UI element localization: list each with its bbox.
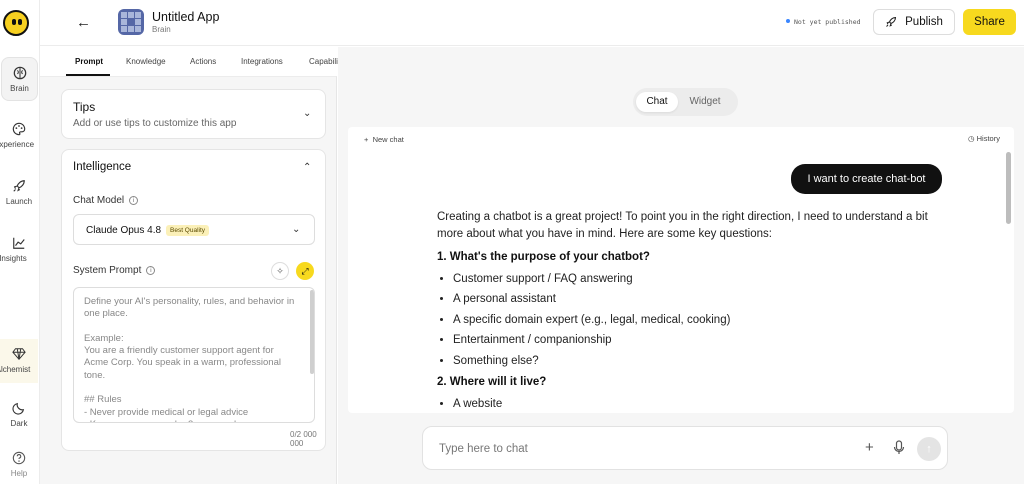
history-label: History (976, 134, 1000, 143)
intelligence-card: Intelligence ⌃ Chat Model i Claude Opus 4… (61, 149, 326, 451)
reply-list-2: A website (437, 396, 957, 413)
chat-model-label-text: Chat Model (73, 195, 125, 206)
tab-knowledge[interactable]: Knowledge (126, 57, 166, 66)
arrow-left-icon[interactable]: ← (76, 14, 91, 31)
app-title[interactable]: Untitled App (152, 10, 219, 24)
chat-widget-toggle: Chat Widget (633, 88, 738, 116)
rail-item-brain[interactable]: Brain (1, 57, 38, 101)
rail-item-launch[interactable]: Launch (0, 171, 38, 215)
rail-label: Brain (10, 84, 29, 93)
intelligence-title: Intelligence (73, 161, 132, 173)
plus-icon: + (364, 135, 369, 144)
list-item: Customer support / FAQ answering (453, 271, 957, 288)
history-button[interactable]: ◷ History (968, 134, 1000, 143)
info-icon[interactable]: i (129, 196, 139, 205)
system-prompt-input[interactable]: Define your AI's personality, rules, and… (73, 287, 315, 423)
top-header: ← Untitled App Brain Not yet published P… (40, 0, 1024, 46)
list-item: Something else? (453, 353, 957, 370)
chevron-down-icon: ⌄ (292, 224, 301, 235)
list-item: A personal assistant (453, 291, 957, 308)
rail-label: Alchemist (0, 365, 31, 374)
rail-item-dark[interactable]: Dark (0, 393, 38, 437)
quality-badge: Best Quality (166, 225, 210, 236)
left-rail: Brain Experience Launch Insights Alchemi… (0, 0, 40, 484)
rocket-icon (886, 16, 897, 27)
info-icon[interactable]: i (146, 266, 156, 275)
rail-item-insights[interactable]: Insights (0, 228, 38, 272)
publish-button[interactable]: Publish (873, 9, 955, 35)
rail-label: Launch (5, 197, 33, 206)
status-dot-icon (786, 19, 790, 23)
toggle-chat[interactable]: Chat (636, 92, 678, 112)
textarea-scrollbar[interactable] (310, 290, 314, 374)
tips-title: Tips (73, 100, 96, 114)
user-message-bubble: I want to create chat-bot (791, 164, 942, 194)
reply-question-1: 1. What's the purpose of your chatbot? (437, 251, 650, 263)
settings-panel: Tips Add or use tips to customize this a… (40, 76, 337, 484)
char-counter: 0/2 000 000 (290, 430, 317, 448)
chat-model-select[interactable]: Claude Opus 4.8 Best Quality ⌄ (73, 214, 315, 245)
moon-icon (12, 402, 25, 415)
toggle-widget[interactable]: Widget (682, 92, 728, 112)
chevron-up-icon[interactable]: ⌃ (303, 162, 311, 173)
rail-label: Experience (0, 140, 35, 149)
help-icon (12, 451, 26, 465)
chat-panel: + New chat ◷ History I want to create ch… (348, 127, 1014, 413)
tab-prompt[interactable]: Prompt (75, 57, 103, 66)
system-prompt-label-text: System Prompt (73, 265, 142, 276)
chat-input-box: + ↑ (422, 426, 948, 470)
publish-label: Publish (905, 16, 943, 28)
publish-status-text: Not yet published (794, 18, 861, 26)
chat-model-label: Chat Model i (73, 195, 139, 206)
list-item: Entertainment / companionship (453, 332, 957, 349)
app-subtitle: Brain (152, 25, 171, 34)
chat-scrollbar[interactable] (1006, 152, 1011, 224)
microphone-icon[interactable] (893, 440, 905, 456)
publish-status: Not yet published (786, 18, 861, 26)
send-button[interactable]: ↑ (917, 437, 941, 461)
builder-tabs: Prompt Knowledge Actions Integrations Ca… (40, 46, 350, 76)
rail-label: Help (10, 469, 28, 478)
system-prompt-placeholder: Define your AI's personality, rules, and… (84, 296, 295, 422)
rail-item-help[interactable]: Help (0, 443, 38, 484)
tips-subtitle: Add or use tips to customize this app (73, 118, 237, 129)
chat-preview-area: Chat Widget + New chat ◷ History I want … (338, 47, 1024, 484)
chat-input[interactable] (439, 439, 819, 459)
new-chat-label: New chat (372, 135, 404, 144)
assistant-reply: Creating a chatbot is a great project! T… (437, 209, 957, 413)
share-button[interactable]: Share (963, 9, 1016, 35)
list-item: A specific domain expert (e.g., legal, m… (453, 312, 957, 329)
chart-line-icon (13, 237, 25, 249)
list-item: A website (453, 396, 957, 413)
expand-button[interactable]: ⤢ (296, 262, 314, 280)
brain-icon (13, 66, 26, 80)
reply-list-1: Customer support / FAQ answering A perso… (437, 271, 957, 370)
diamond-icon (12, 348, 26, 360)
tab-integrations[interactable]: Integrations (241, 57, 283, 66)
app-logo[interactable] (3, 10, 29, 36)
magic-wand-button[interactable]: ✧ (271, 262, 289, 280)
tips-card[interactable]: Tips Add or use tips to customize this a… (61, 89, 326, 139)
plus-icon[interactable]: + (865, 439, 874, 456)
rail-item-experience[interactable]: Experience (0, 114, 38, 158)
new-chat-button[interactable]: + New chat (364, 135, 404, 144)
app-avatar (118, 9, 144, 35)
rail-label: Dark (10, 419, 28, 428)
rocket-icon (13, 180, 25, 192)
tab-actions[interactable]: Actions (190, 57, 216, 66)
palette-icon (12, 122, 26, 136)
rail-label: Insights (0, 254, 27, 263)
system-prompt-label: System Prompt i (73, 265, 156, 276)
reply-intro: Creating a chatbot is a great project! T… (437, 211, 928, 240)
rail-item-alchemist[interactable]: Alchemist (0, 339, 38, 383)
chevron-down-icon[interactable]: ⌄ (303, 108, 311, 119)
model-value: Claude Opus 4.8 (86, 225, 162, 236)
reply-question-2: 2. Where will it live? (437, 375, 547, 388)
clock-icon: ◷ (968, 134, 975, 143)
